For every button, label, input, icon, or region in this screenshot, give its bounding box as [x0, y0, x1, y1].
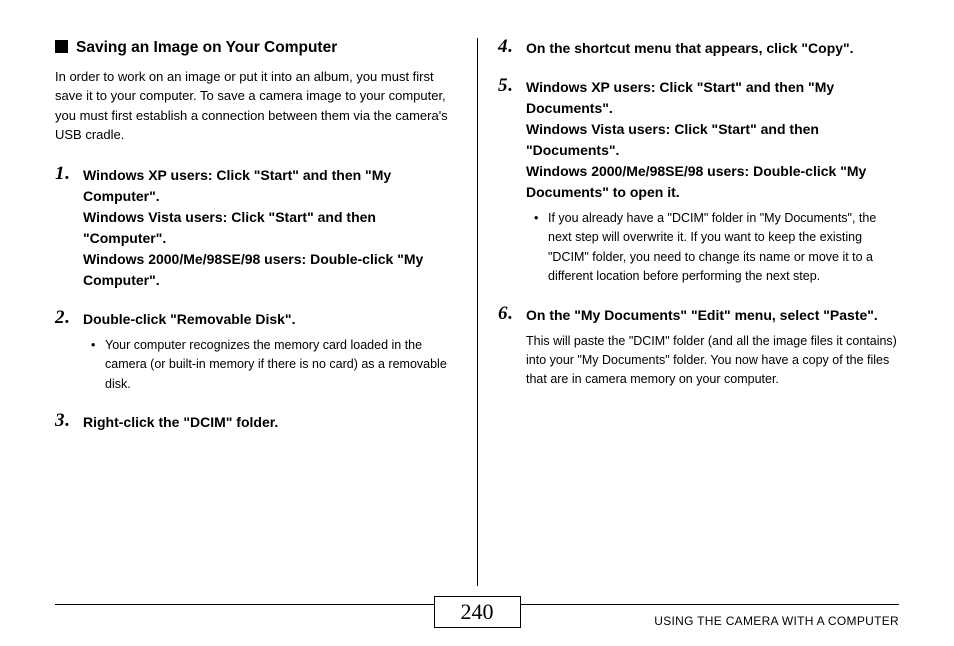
step-4: 4 On the shortcut menu that appears, cli…: [498, 38, 899, 59]
step-5-bullets: If you already have a "DCIM" folder in "…: [526, 209, 899, 287]
step-1-title: Windows XP users: Click "Start" and then…: [83, 165, 457, 291]
step-1-line-3: Windows 2000/Me/98SE/98 users: Double-cl…: [83, 251, 423, 288]
step-3: 3 Right-click the "DCIM" folder.: [55, 412, 457, 433]
step-4-title: On the shortcut menu that appears, click…: [526, 38, 899, 59]
step-5-line-1: Windows XP users: Click "Start" and then…: [526, 79, 834, 116]
step-1-line-2: Windows Vista users: Click "Start" and t…: [83, 209, 376, 246]
step-5-line-2: Windows Vista users: Click "Start" and t…: [526, 121, 819, 158]
right-column: 4 On the shortcut menu that appears, cli…: [477, 38, 899, 586]
step-2-bullet: Your computer recognizes the memory card…: [95, 336, 457, 394]
step-number: 5: [498, 75, 512, 97]
step-number: 4: [498, 36, 512, 58]
step-number: 1: [55, 163, 69, 185]
step-5: 5 Windows XP users: Click "Start" and th…: [498, 77, 899, 287]
step-number: 3: [55, 410, 69, 432]
step-6: 6 On the "My Documents" "Edit" menu, sel…: [498, 305, 899, 390]
step-number: 2: [55, 307, 69, 329]
step-5-title: Windows XP users: Click "Start" and then…: [526, 77, 899, 203]
step-5-bullet: If you already have a "DCIM" folder in "…: [538, 209, 899, 287]
step-1-line-1: Windows XP users: Click "Start" and then…: [83, 167, 391, 204]
heading-text: Saving an Image on Your Computer: [76, 38, 337, 59]
step-2-bullets: Your computer recognizes the memory card…: [83, 336, 457, 394]
content-columns: Saving an Image on Your Computer In orde…: [55, 38, 899, 586]
step-6-body: This will paste the "DCIM" folder (and a…: [526, 332, 899, 390]
step-5-line-3: Windows 2000/Me/98SE/98 users: Double-cl…: [526, 163, 866, 200]
square-bullet-icon: [55, 40, 68, 53]
intro-paragraph: In order to work on an image or put it i…: [55, 67, 457, 145]
step-6-title: On the "My Documents" "Edit" menu, selec…: [526, 305, 899, 326]
step-2: 2 Double-click "Removable Disk". Your co…: [55, 309, 457, 394]
page-number: 240: [434, 596, 521, 628]
page-footer: 240 USING THE CAMERA WITH A COMPUTER: [55, 596, 899, 628]
section-heading: Saving an Image on Your Computer: [55, 38, 457, 59]
step-number: 6: [498, 303, 512, 325]
step-1: 1 Windows XP users: Click "Start" and th…: [55, 165, 457, 291]
footer-section-title: USING THE CAMERA WITH A COMPUTER: [654, 614, 899, 628]
left-column: Saving an Image on Your Computer In orde…: [55, 38, 477, 586]
step-3-title: Right-click the "DCIM" folder.: [83, 412, 457, 433]
step-2-title: Double-click "Removable Disk".: [83, 309, 457, 330]
